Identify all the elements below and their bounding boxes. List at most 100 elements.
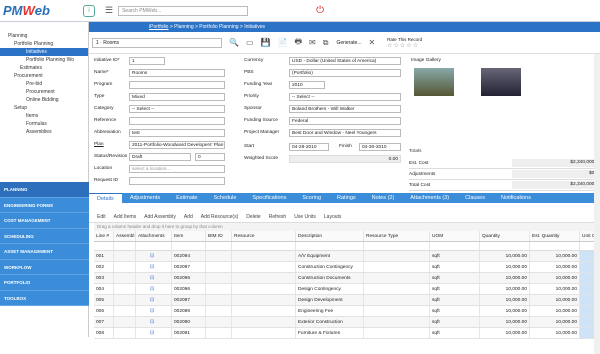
sidebar-item[interactable]: Formulas <box>0 120 88 128</box>
column-header[interactable]: Quantity <box>480 231 530 241</box>
filter-cell[interactable] <box>136 242 172 250</box>
filter-cell[interactable] <box>232 242 296 250</box>
sidebar-item[interactable]: Setup <box>0 104 88 112</box>
attachment-icon[interactable]: ⊡ <box>138 265 154 270</box>
attachment-icon[interactable]: ⊡ <box>138 287 154 292</box>
tab[interactable]: Schedule <box>205 193 244 203</box>
sidebar-item[interactable]: Pre-bid <box>0 80 88 88</box>
name-field[interactable]: Rooms <box>129 69 225 77</box>
initiative-id-field[interactable]: 1 <box>129 57 165 65</box>
scrollbar[interactable] <box>594 54 600 354</box>
type-select[interactable]: Mixed <box>129 93 225 101</box>
grid-toolbar-button[interactable]: Delete <box>246 214 260 220</box>
pbs-select[interactable]: (Portfolio) <box>289 69 401 77</box>
column-header[interactable]: Item <box>172 231 206 241</box>
abbreviation-field[interactable]: test <box>129 129 225 137</box>
sidebar-item[interactable]: Portfolio Planning <box>0 40 88 48</box>
attachment-icon[interactable]: ⊡ <box>138 276 154 281</box>
status-select[interactable]: Draft <box>129 153 191 161</box>
generate-button[interactable]: Generate... <box>336 40 361 46</box>
tab[interactable]: Adjustments <box>122 193 168 203</box>
tab[interactable]: Attachments (3) <box>402 193 457 203</box>
filter-cell[interactable] <box>480 242 530 250</box>
reference-field[interactable] <box>129 117 225 125</box>
tab[interactable]: Clauses <box>457 193 493 203</box>
menu-icon[interactable]: ☰ <box>105 5 113 16</box>
filter-cell[interactable] <box>530 242 580 250</box>
location-field[interactable]: select a location... <box>129 165 225 173</box>
column-header[interactable]: Assembl <box>114 231 136 241</box>
rating-stars[interactable]: ☆☆☆☆☆ <box>387 43 422 49</box>
breadcrumb-link[interactable]: iPortfolio <box>149 24 168 30</box>
plan-field[interactable]: 2011-Portfolio-Woodward Developers' Plan <box>129 141 225 149</box>
record-select[interactable]: 1 · Rooms <box>92 37 222 48</box>
attachment-icon[interactable]: ⊡ <box>138 254 154 259</box>
module-button[interactable]: PORTFOLIO <box>0 275 89 291</box>
table-row[interactable]: 004 ⊡ 002096 Design Contingency sqft 10,000.0… <box>94 284 600 295</box>
column-header[interactable]: Est. Quantity <box>530 231 580 241</box>
finish-date[interactable]: 04-30-2010 <box>359 143 401 151</box>
print-icon[interactable]: 🖶 <box>294 36 302 50</box>
attachment-icon[interactable]: ⊡ <box>138 331 154 336</box>
grid-toolbar-button[interactable]: Refresh <box>269 214 287 220</box>
tab[interactable]: Estimate <box>168 193 205 203</box>
sidebar-item[interactable]: Estimates <box>0 64 88 72</box>
attachment-icon[interactable]: ⊡ <box>138 320 154 325</box>
copy-icon[interactable]: ⧉ <box>323 38 329 48</box>
grid-toolbar-button[interactable]: Add <box>184 214 193 220</box>
sidebar-item[interactable]: Initiatives <box>0 48 88 56</box>
column-header[interactable]: Attachments <box>136 231 172 241</box>
column-header[interactable]: Resource Type <box>364 231 430 241</box>
tab[interactable]: Details <box>89 193 122 203</box>
grid-toolbar-button[interactable]: Add Items <box>114 214 137 220</box>
grid-toolbar-button[interactable]: Use Units <box>294 214 316 220</box>
attachment-icon[interactable]: ⊡ <box>138 298 154 303</box>
pdf-icon[interactable]: 📄 <box>278 38 288 47</box>
grid-toolbar-button[interactable]: Add Assembly <box>144 214 176 220</box>
tab[interactable]: Notes (2) <box>364 193 403 203</box>
category-select[interactable]: -- Select -- <box>129 105 225 113</box>
sidebar-item[interactable]: Items <box>0 112 88 120</box>
module-button[interactable]: TOOLBOX <box>0 290 89 306</box>
column-header[interactable]: UOM <box>430 231 480 241</box>
plan-label[interactable]: Plan <box>94 142 104 147</box>
grid-toolbar-button[interactable]: Add Resource(s) <box>201 214 239 220</box>
filter-cell[interactable] <box>296 242 364 250</box>
table-row[interactable]: 006 ⊡ 002088 Engineering Fee sqft 10,000.00 10… <box>94 306 600 317</box>
filter-cell[interactable] <box>114 242 136 250</box>
sponsor-select[interactable]: Boland Brothers - Will Walker <box>289 105 401 113</box>
funding-year-field[interactable]: 2010 <box>289 81 325 89</box>
currency-select[interactable]: USD - Dollar (United States of America) <box>289 57 401 65</box>
module-button[interactable]: COST MANAGEMENT <box>0 213 89 229</box>
column-header[interactable]: BIM ID <box>206 231 232 241</box>
search-input[interactable]: Search PMWeb... <box>118 5 249 16</box>
project-manager-select[interactable]: Best Door and Window - Neel Youngers <box>289 129 401 137</box>
funding-source-select[interactable]: Federal <box>289 117 401 125</box>
table-row[interactable]: 008 ⊡ 002091 Furniture & Fixtures sqft 10,000… <box>94 328 600 339</box>
table-row[interactable]: 002 ⊡ 002097 Construction Contingency sqft 10… <box>94 262 600 273</box>
priority-select[interactable]: -- Select -- <box>289 93 401 101</box>
filter-cell[interactable] <box>206 242 232 250</box>
table-row[interactable]: 005 ⊡ 002087 Design Development sqft 10,000.0… <box>94 295 600 306</box>
filter-cell[interactable] <box>430 242 480 250</box>
grid-toolbar-button[interactable]: Edit <box>97 214 106 220</box>
gallery-image-2[interactable] <box>481 68 521 96</box>
column-header[interactable]: Resource <box>232 231 296 241</box>
tab[interactable]: Ratings <box>329 193 364 203</box>
email-icon[interactable]: ✉ <box>309 38 316 47</box>
request-id-field[interactable] <box>129 177 225 185</box>
filter-cell[interactable] <box>94 242 114 250</box>
revision-field[interactable]: 0 <box>195 153 225 161</box>
attachment-icon[interactable]: ⊡ <box>138 309 154 314</box>
module-button[interactable]: PLANNING <box>0 182 89 198</box>
table-row[interactable]: 001 ⊡ 002094 A/V Equipment sqft 10,000.00 10,0… <box>94 251 600 262</box>
sidebar-item[interactable]: Procurement <box>0 72 88 80</box>
tab[interactable]: Scoring <box>294 193 329 203</box>
sidebar-item[interactable]: Assemblies <box>0 128 88 136</box>
column-header[interactable]: Line # <box>94 231 114 241</box>
table-row[interactable]: 007 ⊡ 002090 Exterior Construction sqft 10,00… <box>94 317 600 328</box>
module-button[interactable]: ASSET MANAGEMENT <box>0 244 89 260</box>
shield-icon[interactable]: i <box>83 4 95 17</box>
module-button[interactable]: SCHEDULING <box>0 228 89 244</box>
gallery-image-1[interactable] <box>414 68 454 96</box>
